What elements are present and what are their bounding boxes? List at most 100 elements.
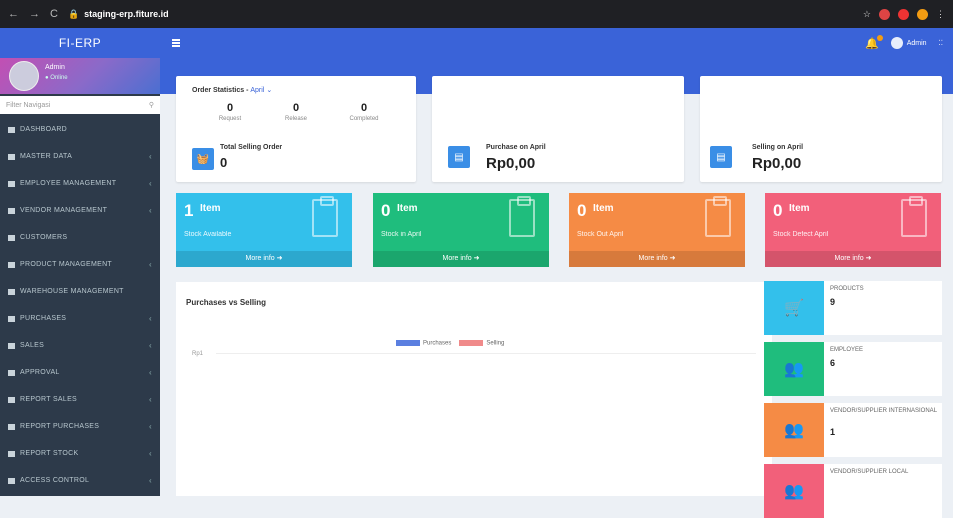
menu-icon [8, 126, 15, 133]
profile-icon[interactable] [917, 8, 928, 20]
arrow-circle-right-icon: ➜ [276, 255, 283, 262]
menu-icon [8, 234, 15, 241]
tile-unit: Item [200, 203, 221, 214]
menu-icon [8, 450, 15, 457]
user-status: ● Online [45, 75, 68, 81]
url-text: staging-erp.fiture.id [84, 9, 169, 19]
selling-card: ▤ Selling on April Rp0,00 [700, 76, 942, 182]
sidebar-item-vendor-management[interactable]: VENDOR MANAGEMENT ‹ [0, 197, 160, 224]
chevron-left-icon: ‹ [149, 206, 152, 215]
sidebar: FI-ERP Admin ● Online Filter Navigasi ⚲ … [0, 28, 160, 496]
sidebar-item-report-purchases[interactable]: REPORT PURCHASES ‹ [0, 413, 160, 440]
sidebar-item-product-management[interactable]: PRODUCT MANAGEMENT ‹ [0, 251, 160, 278]
people-icon: 👥 [764, 464, 824, 518]
tile-unit: Item [789, 203, 810, 214]
tile-unit: Item [397, 203, 418, 214]
sidebar-item-approval[interactable]: APPROVAL ‹ [0, 359, 160, 386]
cart-icon: 🛒 [764, 281, 824, 335]
avatar [9, 61, 39, 91]
sidebar-item-label: EMPLOYEE MANAGEMENT [20, 180, 117, 187]
sidebar-item-label: CUSTOMERS [20, 234, 68, 241]
more-info-link[interactable]: More info ➜ [176, 251, 352, 267]
menu-icon [8, 180, 15, 187]
menu-icon [8, 207, 15, 214]
menu-icon [8, 153, 15, 160]
user-panel: Admin ● Online [0, 58, 160, 94]
people-icon: 👥 [764, 342, 824, 396]
browser-extensions: ☆ ⋮ [863, 8, 945, 20]
search-icon[interactable]: ⚲ [149, 101, 154, 109]
info-box: 🛒 PRODUCTS 9 [764, 281, 942, 335]
sidebar-item-report-stock[interactable]: REPORT STOCK ‹ [0, 440, 160, 467]
arrow-circle-right-icon: ➜ [473, 255, 480, 262]
tile-label: Stock Available [184, 231, 232, 238]
grid-icon[interactable]: ⁚⁚ [939, 39, 943, 47]
legend-selling[interactable]: Selling [459, 340, 504, 347]
sidebar-item-purchases[interactable]: PURCHASES ‹ [0, 305, 160, 332]
arrow-circle-right-icon: ➜ [669, 255, 676, 262]
tile-label: Stock Out April [577, 231, 624, 238]
address-bar[interactable]: 🔒 staging-erp.fiture.id [68, 9, 863, 20]
stock-tile: 1 Item Stock Available More info ➜ [176, 193, 352, 267]
menu-icon[interactable]: ⋮ [936, 9, 945, 20]
month-dropdown[interactable]: April ⌄ [250, 87, 272, 94]
more-info-link[interactable]: More info ➜ [765, 251, 941, 267]
notification-bell-icon[interactable]: 🔔 [865, 34, 883, 50]
sidebar-item-report-sales[interactable]: REPORT SALES ‹ [0, 386, 160, 413]
sidebar-item-employee-management[interactable]: EMPLOYEE MANAGEMENT ‹ [0, 170, 160, 197]
chevron-left-icon: ‹ [149, 395, 152, 404]
chart-card: Purchases vs Selling Purchases Selling R… [176, 282, 772, 496]
sidebar-item-dashboard[interactable]: DASHBOARD [0, 116, 160, 143]
extension-icon[interactable] [898, 8, 909, 20]
extension-icon[interactable] [879, 8, 890, 20]
back-icon[interactable]: ← [8, 8, 19, 20]
sidebar-item-label: VENDOR MANAGEMENT [20, 207, 108, 214]
menu-icon [8, 261, 15, 268]
info-box: 👥 VENDOR/SUPPLIER INTERNASIONAL 1 [764, 403, 942, 457]
stat-release: 0 Release [284, 102, 307, 122]
more-info-link[interactable]: More info ➜ [373, 251, 549, 267]
brand-logo[interactable]: FI-ERP [0, 28, 160, 58]
document-icon [705, 196, 731, 237]
sidebar-item-label: DASHBOARD [20, 126, 68, 133]
sidebar-item-master-data[interactable]: MASTER DATA ‹ [0, 143, 160, 170]
chevron-left-icon: ‹ [149, 260, 152, 269]
search-input[interactable]: Filter Navigasi [6, 102, 50, 109]
tile-count: 0 [577, 201, 587, 220]
sidebar-item-label: REPORT STOCK [20, 450, 79, 457]
sidebar-item-label: REPORT PURCHASES [20, 423, 100, 430]
browser-nav: ← → C [8, 8, 58, 20]
user-menu[interactable]: Admin [890, 37, 927, 49]
stock-tile: 0 Item Stock Defect April More info ➜ [765, 193, 941, 267]
reload-icon[interactable]: C [50, 8, 58, 20]
chart-title: Purchases vs Selling [186, 298, 267, 307]
star-icon[interactable]: ☆ [863, 9, 871, 20]
document-icon [312, 196, 338, 237]
legend-purchases[interactable]: Purchases [396, 340, 451, 347]
sidebar-item-sales[interactable]: SALES ‹ [0, 332, 160, 359]
selling-value: Rp0,00 [752, 155, 802, 172]
avatar [890, 37, 903, 49]
purchase-value: Rp0,00 [486, 155, 536, 172]
more-info-link[interactable]: More info ➜ [569, 251, 745, 267]
sidebar-search[interactable]: Filter Navigasi ⚲ [0, 96, 160, 114]
tile-label: Stock Defect April [773, 231, 829, 238]
menu-icon [8, 423, 15, 430]
browser-toolbar: ← → C 🔒 staging-erp.fiture.id ☆ ⋮ [0, 0, 953, 28]
basket-icon: 🧺 [192, 148, 214, 170]
chevron-left-icon: ‹ [149, 179, 152, 188]
sidebar-item-label: PRODUCT MANAGEMENT [20, 261, 112, 268]
hamburger-icon[interactable] [170, 37, 182, 49]
tile-count: 0 [773, 201, 783, 220]
tile-count: 0 [381, 201, 391, 220]
sidebar-item-customers[interactable]: CUSTOMERS [0, 224, 160, 251]
forward-icon[interactable]: → [29, 8, 40, 20]
sidebar-item-warehouse-management[interactable]: WAREHOUSE MANAGEMENT [0, 278, 160, 305]
menu-icon [8, 369, 15, 376]
lock-icon: 🔒 [67, 8, 80, 19]
top-navbar: 🔔 Admin ⁚⁚ [160, 28, 953, 58]
tile-label: Stock in April [381, 231, 422, 238]
menu-icon [8, 342, 15, 349]
sidebar-item-access-control[interactable]: ACCESS CONTROL ‹ [0, 467, 160, 494]
sidebar-item-label: WAREHOUSE MANAGEMENT [20, 288, 124, 295]
